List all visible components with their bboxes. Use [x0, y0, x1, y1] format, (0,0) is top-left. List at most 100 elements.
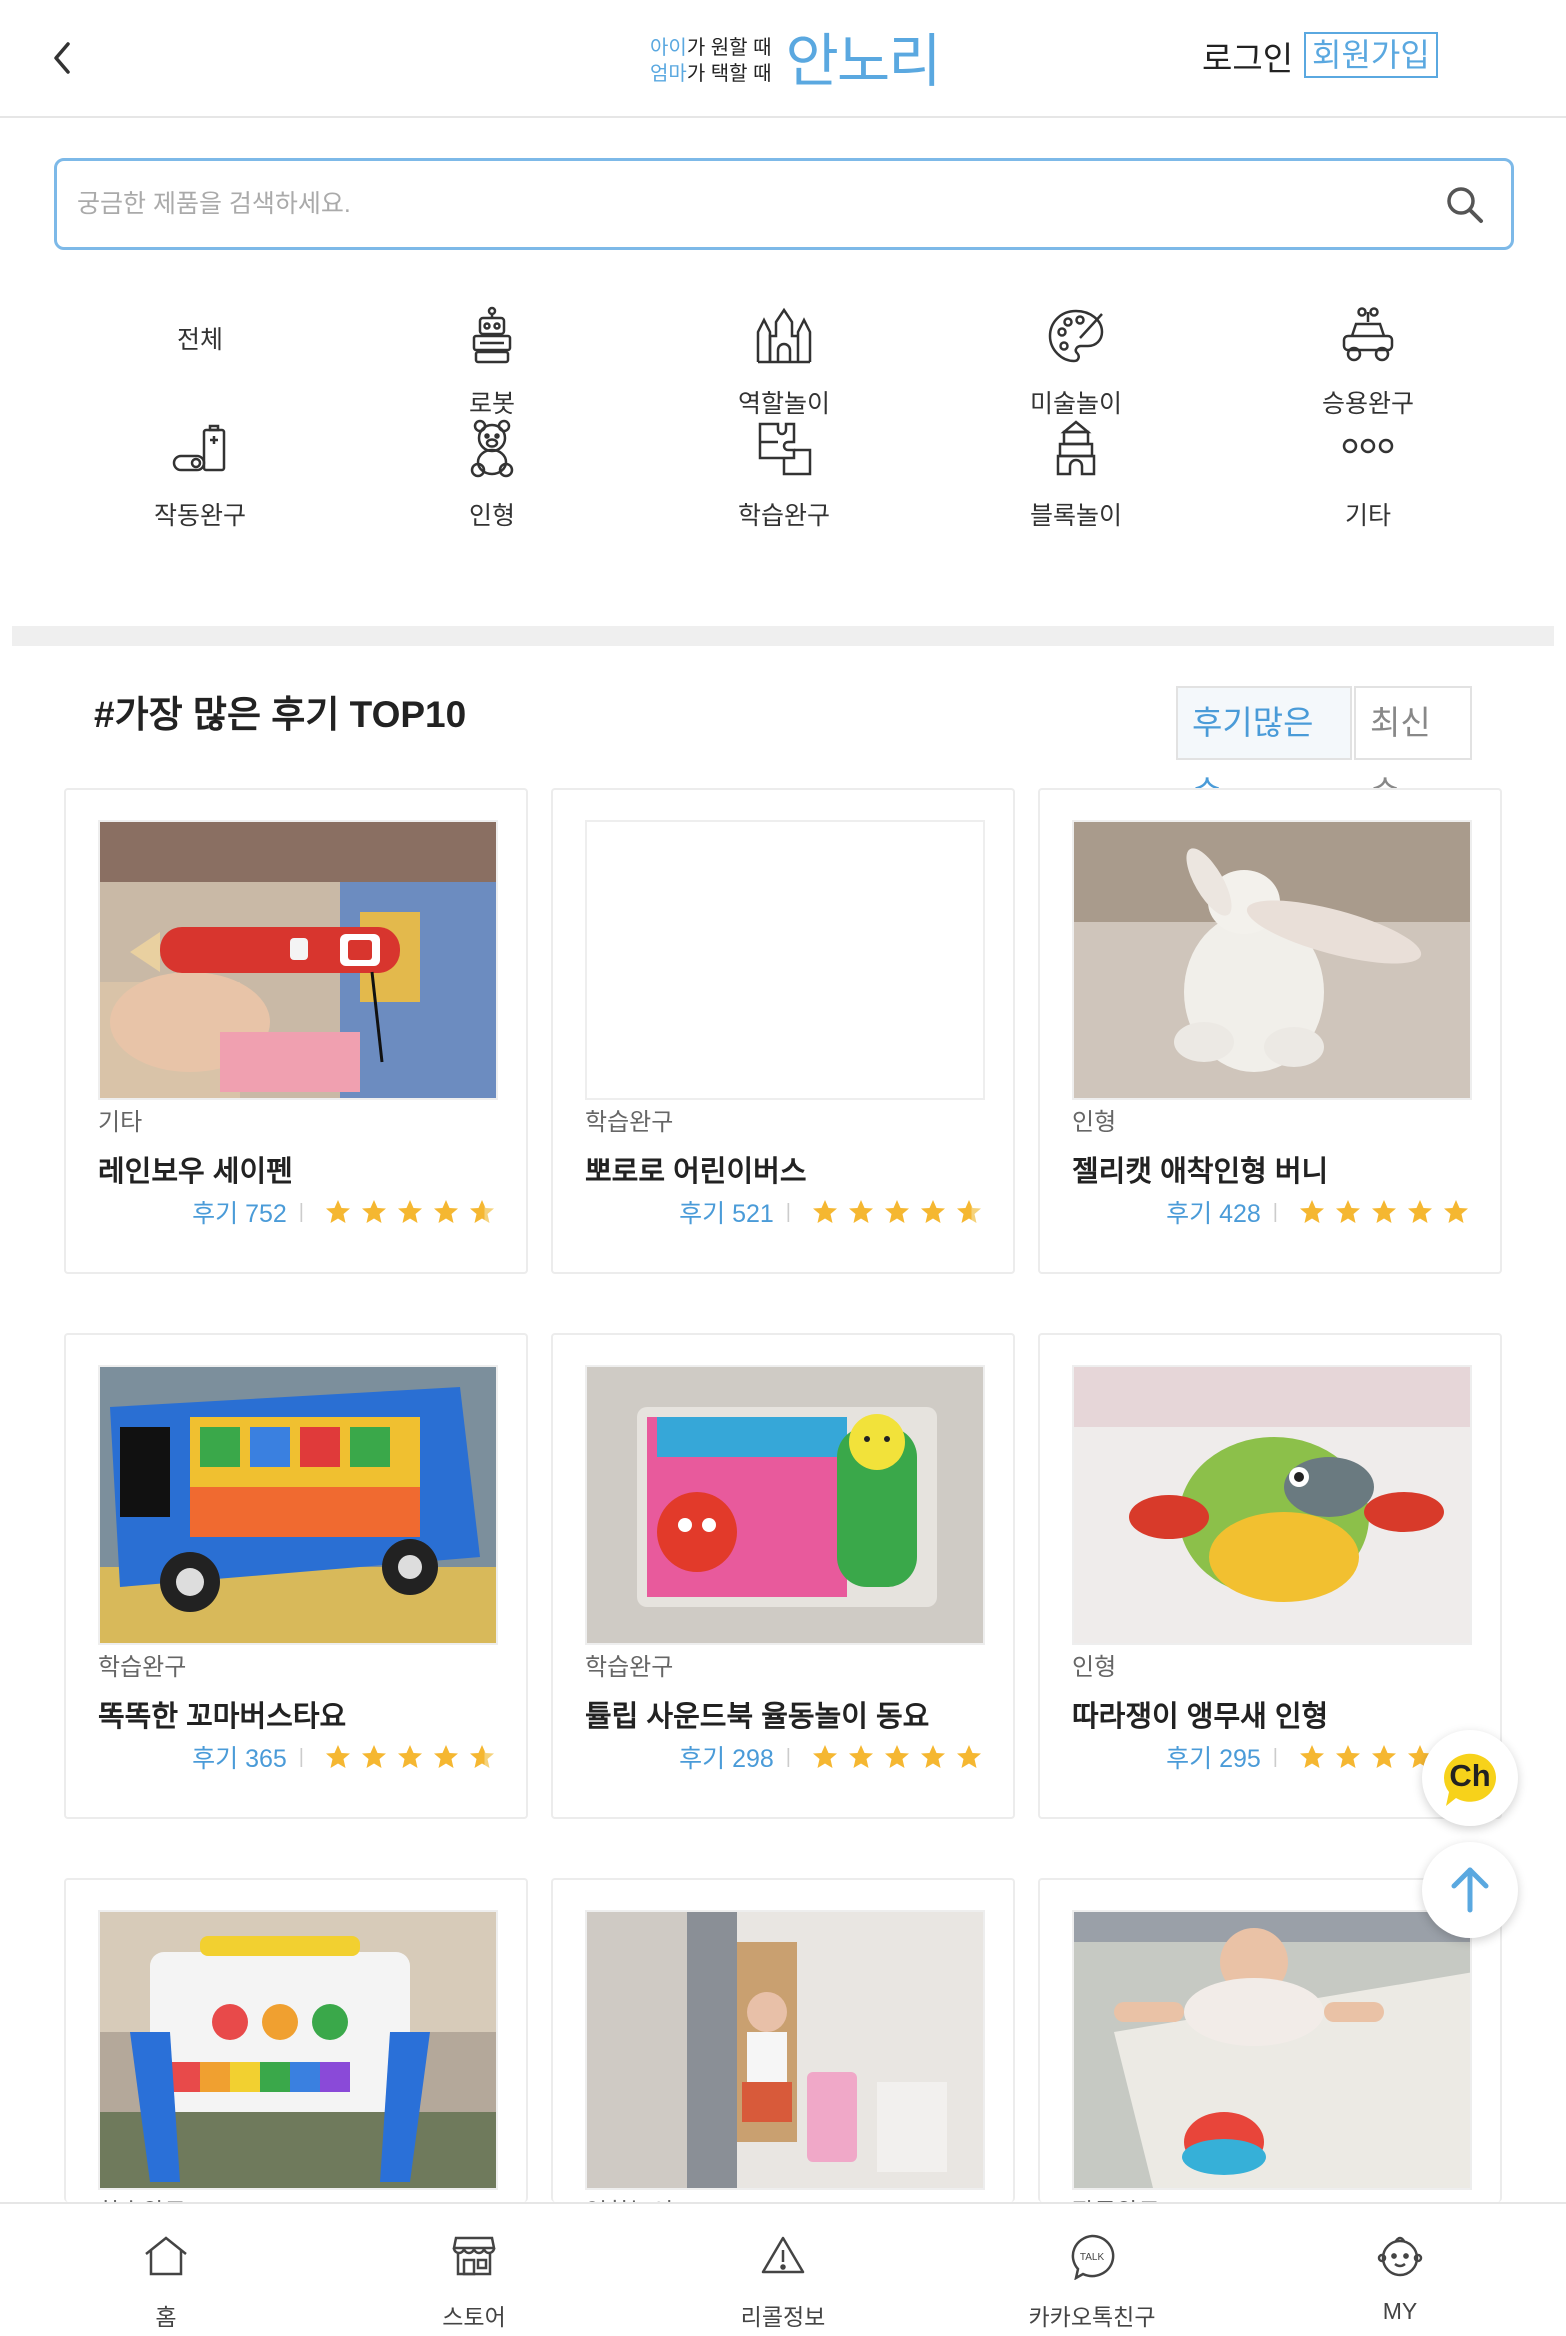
product-card[interactable]: 기타 레인보우 세이펜 후기 752 |	[64, 788, 528, 1274]
product-card[interactable]: 학습완구 뽀로로 어린이버스 후기 521 |	[551, 788, 1015, 1274]
star-icon	[921, 1200, 945, 1223]
product-category: 학습완구	[98, 1654, 187, 1681]
category-all[interactable]: 전체	[100, 290, 300, 410]
section-title: #가장 많은 후기 TOP10	[94, 694, 467, 735]
product-card[interactable]: 역할놀이	[551, 1878, 1015, 2202]
product-category: 학습완구	[98, 2192, 186, 2202]
puzzle-icon	[758, 422, 812, 476]
logo-wordmark: 안노리	[785, 27, 942, 95]
nav-recall-info[interactable]: 리콜정보	[683, 2204, 883, 2336]
nav-my[interactable]: MY	[1300, 2204, 1500, 2336]
product-review-summary: 후기 428 |	[1166, 1194, 1470, 1230]
product-image	[1072, 820, 1472, 1100]
category-learning[interactable]: 학습완구	[684, 402, 884, 530]
back-icon[interactable]	[44, 34, 80, 82]
palette-icon	[1048, 309, 1104, 363]
category-roleplay[interactable]: 역할놀이	[684, 290, 884, 418]
product-card[interactable]: 학습완구	[64, 1878, 528, 2202]
product-name: 뽀로로 어린이버스	[585, 1156, 807, 1188]
product-name: 따라쟁이 앵무새 인형	[1072, 1701, 1329, 1733]
product-name: 젤리캣 애착인형 버니	[1072, 1156, 1329, 1188]
star-rating	[1290, 1198, 1470, 1226]
review-count: 후기 295	[1166, 1745, 1261, 1773]
star-icon	[326, 1745, 350, 1768]
nav-store[interactable]: 스토어	[374, 2204, 574, 2336]
product-image	[98, 1365, 498, 1645]
product-image	[98, 820, 498, 1100]
star-icon	[1336, 1200, 1360, 1223]
category-ride-on[interactable]: 승용완구	[1268, 290, 1468, 418]
logo-tagline-hl-2: 엄마	[650, 63, 687, 85]
product-card[interactable]: 학습완구 튤립 사운드북 율동놀이 동요 후기 298 |	[551, 1333, 1015, 1819]
category-motorized[interactable]: 작동완구	[100, 402, 300, 530]
search-icon[interactable]	[1443, 183, 1487, 227]
baby-face-icon	[1377, 2236, 1423, 2277]
star-rating	[316, 1198, 496, 1226]
product-review-summary: 후기 365 |	[192, 1739, 496, 1775]
search-input[interactable]	[77, 181, 1377, 227]
category-blocks[interactable]: 블록놀이	[976, 402, 1176, 530]
star-icon	[813, 1745, 837, 1768]
product-review-summary: 후기 521 |	[679, 1194, 983, 1230]
category-doll[interactable]: 인형	[392, 402, 592, 530]
logo[interactable]: 아이가 원할 때 엄마가 택할 때 안노리	[650, 26, 942, 96]
login-button[interactable]: 로그인	[1202, 32, 1293, 80]
talk-icon: TALK	[1071, 2234, 1115, 2280]
category-label: 학습완구	[737, 502, 830, 530]
product-image	[1072, 1365, 1472, 1645]
star-icon	[1372, 1200, 1396, 1223]
logo-tagline-hl-1: 아이	[650, 37, 687, 59]
product-name: 레인보우 세이펜	[98, 1156, 293, 1188]
star-icon	[434, 1745, 458, 1768]
nav-home[interactable]: 홈	[66, 2204, 266, 2336]
category-robot[interactable]: 로봇	[392, 290, 592, 418]
review-count: 후기 428	[1166, 1200, 1261, 1228]
product-category: 역할놀이	[585, 2192, 673, 2202]
product-name: 똑똑한 꼬마버스타요	[98, 1701, 347, 1733]
product-card[interactable]: 인형 젤리캣 애착인형 버니 후기 428 |	[1038, 788, 1502, 1274]
category-art[interactable]: 미술놀이	[976, 290, 1176, 418]
separator: |	[785, 1745, 791, 1768]
scroll-top-button[interactable]	[1422, 1842, 1518, 1938]
product-image	[98, 1910, 498, 2190]
star-icon	[1300, 1200, 1324, 1223]
section-divider	[12, 626, 1554, 646]
nav-kakaotalk-friend[interactable]: TALK 카카오톡친구	[992, 2204, 1192, 2336]
star-rating	[316, 1743, 496, 1771]
talk-icon-text: TALK	[1080, 2252, 1105, 2263]
car-icon	[1342, 307, 1394, 362]
channel-talk-button[interactable]: Ch	[1422, 1730, 1518, 1826]
separator: |	[298, 1745, 304, 1768]
star-icon	[849, 1200, 873, 1223]
separator: |	[785, 1200, 791, 1223]
nav-label: 스토어	[442, 2304, 506, 2330]
logo-tagline-2: 가 택할 때	[686, 63, 772, 85]
sort-latest-button[interactable]: 최신순	[1354, 686, 1472, 811]
store-icon	[452, 2236, 496, 2276]
home-icon	[145, 2236, 187, 2276]
separator: |	[298, 1200, 304, 1223]
product-review-summary: 후기 298 |	[679, 1739, 983, 1775]
star-icon	[434, 1200, 458, 1223]
star-icon	[957, 1745, 981, 1768]
product-category: 학습완구	[585, 1109, 674, 1136]
star-icon	[1336, 1745, 1360, 1768]
signup-button[interactable]: 회원가입	[1304, 32, 1438, 78]
product-image	[585, 820, 985, 1100]
search-bar	[54, 158, 1514, 250]
star-icon	[1372, 1745, 1396, 1768]
product-image	[585, 1365, 985, 1645]
arrow-up-icon	[1451, 1867, 1489, 1913]
nav-label: 리콜정보	[740, 2304, 826, 2330]
star-icon	[326, 1200, 350, 1223]
star-icon	[398, 1200, 422, 1223]
review-count: 후기 365	[192, 1745, 287, 1773]
category-other[interactable]: 기타	[1268, 402, 1468, 530]
star-half-icon	[470, 1745, 494, 1768]
product-card[interactable]: 학습완구 똑똑한 꼬마버스타요 후기 365 |	[64, 1333, 528, 1819]
sort-most-reviews-button[interactable]: 후기많은순	[1176, 686, 1352, 811]
battery-icon	[172, 424, 226, 472]
product-category: 인형	[1072, 1109, 1117, 1136]
star-icon	[1300, 1745, 1324, 1768]
review-count: 후기 298	[679, 1745, 774, 1773]
